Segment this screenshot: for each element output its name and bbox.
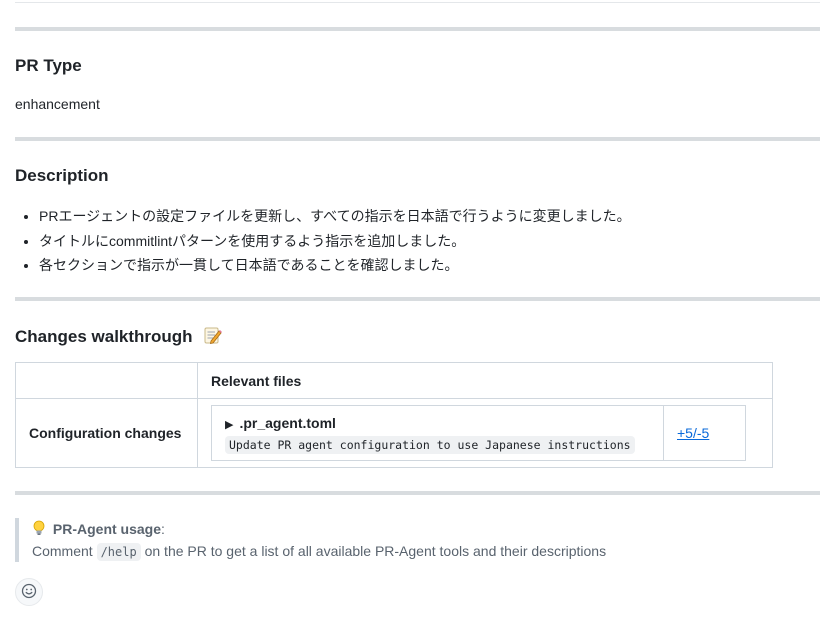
section-divider	[15, 297, 820, 301]
usage-title-text: PR-Agent usage	[52, 521, 162, 537]
help-command: /help	[96, 543, 141, 561]
header-empty-cell	[15, 362, 198, 399]
add-reaction-button[interactable]	[15, 578, 43, 606]
top-divider	[15, 2, 820, 3]
table-row: Configuration changes ▶ .pr_agent.toml Up…	[15, 398, 773, 468]
usage-line: Comment /help on the PR to get a list of…	[32, 540, 606, 563]
table-header-row: Relevant files	[15, 362, 773, 399]
relevant-files-header: Relevant files	[197, 362, 773, 399]
pr-type-heading: PR Type	[15, 56, 82, 75]
list-item: PRエージェントの設定ファイルを更新し、すべての指示を日本語で行うように変更しま…	[39, 204, 631, 229]
usage-title-colon: :	[161, 521, 165, 537]
walkthrough-table: Relevant files Configuration changes ▶ .p…	[15, 362, 773, 468]
file-summary-toggle[interactable]: ▶ .pr_agent.toml	[225, 415, 650, 431]
description-list: PRエージェントの設定ファイルを更新し、すべての指示を日本語で行うように変更しま…	[15, 204, 631, 278]
diff-cell: +5/-5	[663, 405, 746, 461]
usage-line-prefix: Comment	[32, 543, 93, 559]
lightbulb-icon	[32, 520, 53, 537]
diff-link[interactable]: +5/-5	[677, 425, 709, 441]
usage-blockquote: PR-Agent usage: Comment /help on the PR …	[15, 518, 606, 562]
file-description: Update PR agent configuration to use Jap…	[225, 435, 635, 454]
section-divider	[15, 491, 820, 495]
usage-title: PR-Agent usage:	[32, 518, 606, 540]
file-name: .pr_agent.toml	[239, 414, 336, 431]
file-table: ▶ .pr_agent.toml Update PR agent configur…	[211, 405, 746, 461]
usage-line-suffix: on the PR to get a list of all available…	[144, 543, 607, 559]
walkthrough-heading-text: Changes walkthrough	[15, 327, 193, 346]
file-row: ▶ .pr_agent.toml Update PR agent configur…	[211, 405, 746, 461]
description-heading: Description	[15, 166, 109, 185]
section-divider	[15, 27, 820, 31]
smiley-icon	[21, 583, 37, 602]
category-cell: Configuration changes	[15, 398, 198, 468]
files-cell: ▶ .pr_agent.toml Update PR agent configur…	[197, 398, 773, 468]
list-item: 各セクションで指示が一貫して日本語であることを確認しました。	[39, 253, 631, 278]
section-divider	[15, 137, 820, 141]
memo-icon	[203, 326, 223, 350]
pr-type-value: enhancement	[15, 96, 100, 112]
walkthrough-heading: Changes walkthrough	[15, 326, 223, 350]
list-item: タイトルにcommitlintパターンを使用するよう指示を追加しました。	[39, 229, 631, 254]
disclosure-triangle-icon: ▶	[225, 418, 234, 431]
file-details[interactable]: ▶ .pr_agent.toml Update PR agent configur…	[211, 405, 664, 461]
